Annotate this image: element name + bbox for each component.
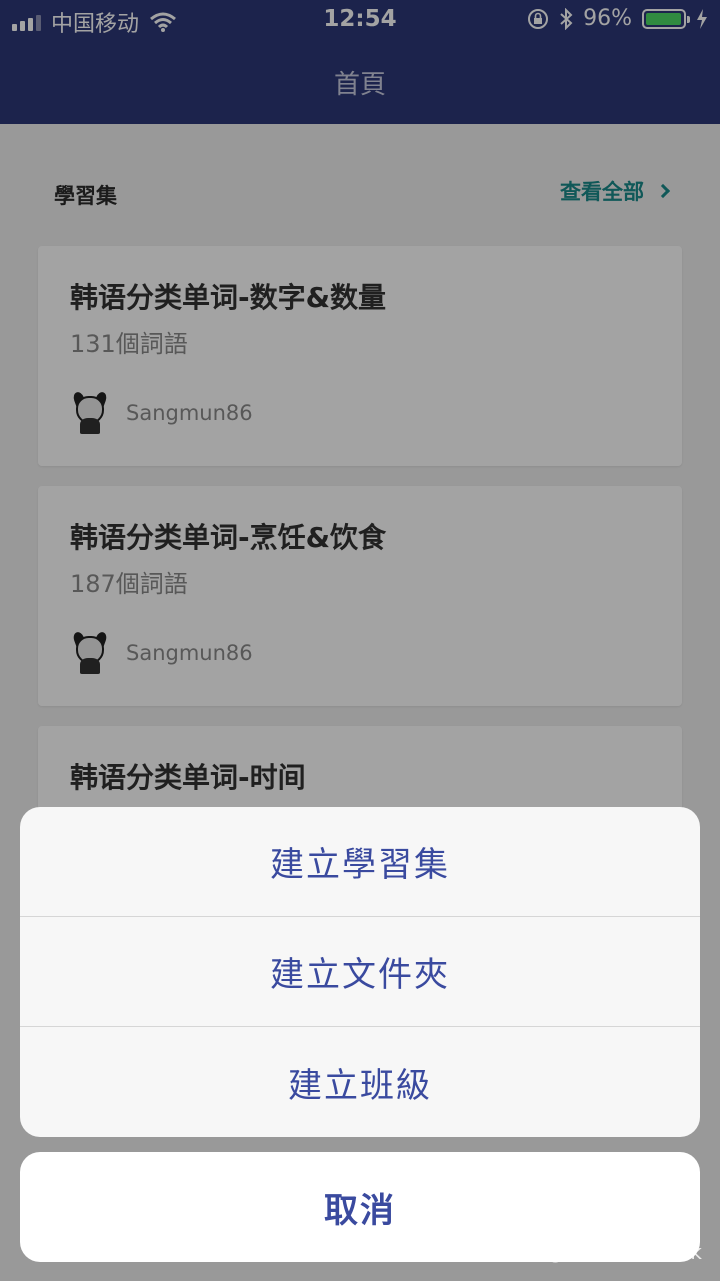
- create-class-button[interactable]: 建立班級: [20, 1027, 700, 1137]
- create-folder-button[interactable]: 建立文件夾: [20, 917, 700, 1027]
- create-study-set-button[interactable]: 建立學習集: [20, 807, 700, 917]
- action-sheet: 建立學習集 建立文件夾 建立班級: [20, 807, 700, 1137]
- watermark: 知乎 @爱熙说AiXiTalk: [498, 1240, 702, 1264]
